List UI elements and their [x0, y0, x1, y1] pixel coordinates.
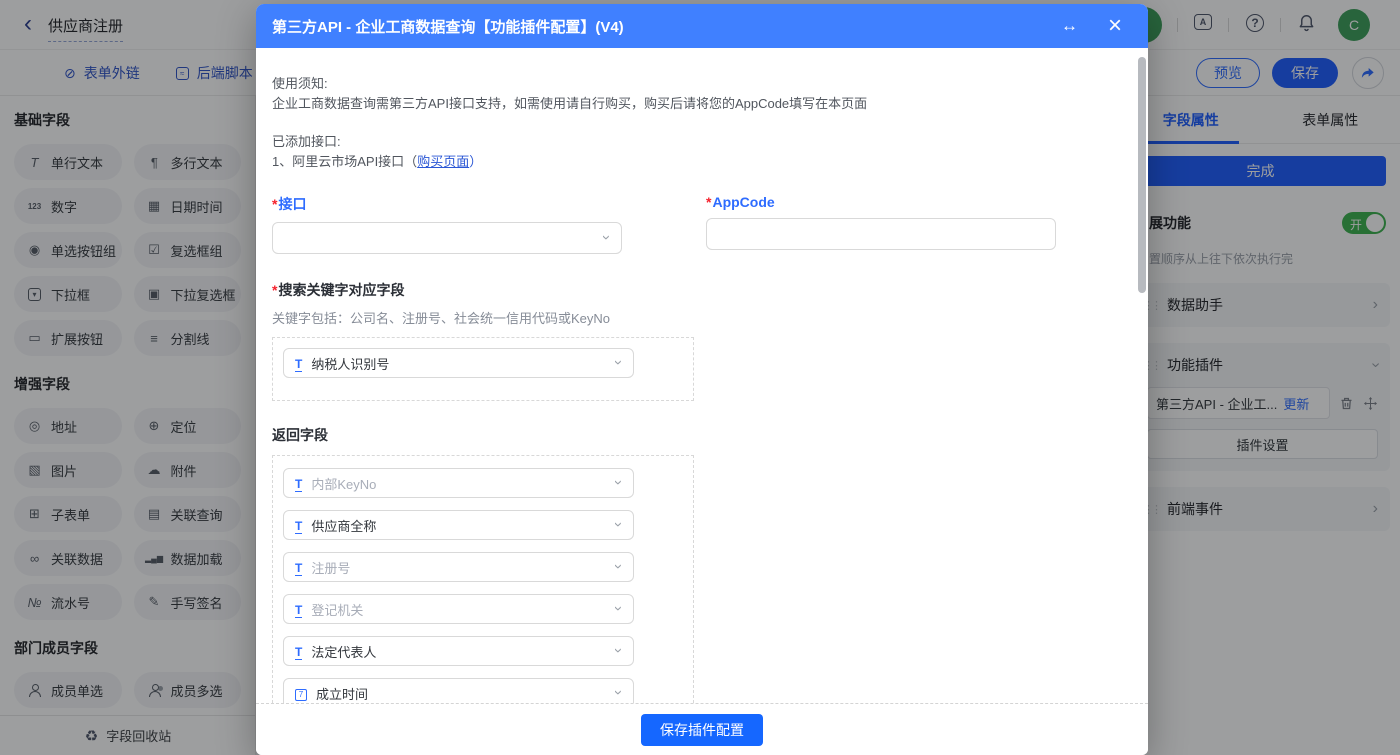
appcode-input[interactable] [706, 218, 1056, 250]
return-field-select[interactable]: T 供应商全称 › [283, 510, 634, 540]
field-icon: T [295, 560, 302, 575]
return-field-select[interactable]: T 法定代表人 › [283, 636, 634, 666]
return-field-select[interactable]: T 内部KeyNo › [283, 468, 634, 498]
keyword-field-select[interactable]: T 纳税人识别号 › [283, 348, 634, 378]
select-value: 登记机关 [311, 600, 363, 619]
keyword-label: *搜索关键字对应字段 [272, 280, 1132, 300]
field-icon: T [295, 644, 302, 659]
select-value: 注册号 [311, 558, 350, 577]
field-icon: T [295, 602, 302, 617]
required-mark: * [272, 282, 277, 298]
chevron-down-icon: › [611, 606, 626, 611]
added-api-text: ） [469, 154, 482, 169]
api-select[interactable]: › [272, 222, 622, 254]
api-form-row: *接口 › *AppCode [272, 194, 1132, 254]
app-window: ‹ 供应商注册 A ? C ⊘ 表单外链 ≈ 后端脚本 ıl 预览 保存 [0, 0, 1400, 755]
chevron-down-icon: › [599, 235, 614, 240]
field-icon: T [295, 476, 302, 491]
expand-icon[interactable]: ↔ [1061, 16, 1078, 36]
chevron-down-icon: › [611, 648, 626, 653]
return-field-select[interactable]: 7 成立时间 › [283, 678, 634, 703]
select-value: 纳税人识别号 [311, 354, 389, 373]
save-plugin-config-button[interactable]: 保存插件配置 [641, 714, 763, 746]
added-api-title: 已添加接口: [272, 132, 1132, 152]
chevron-down-icon: › [611, 360, 626, 365]
appcode-field: *AppCode [706, 194, 1056, 254]
text-field-icon: T [295, 356, 302, 371]
purchase-page-link[interactable]: 购买页面 [417, 154, 469, 169]
select-value: 内部KeyNo [311, 474, 376, 493]
keyword-field-container: T 纳税人识别号 › [272, 337, 694, 401]
plugin-config-modal: 第三方API - 企业工商数据查询【功能插件配置】(V4) ↔ × 使用须知: … [256, 4, 1148, 755]
chevron-down-icon: › [611, 564, 626, 569]
return-field-select[interactable]: T 注册号 › [283, 552, 634, 582]
field-icon: 7 [295, 685, 307, 701]
keyword-help: 关键字包括：公司名、注册号、社会统一信用代码或KeyNo [272, 308, 1132, 327]
api-label: *接口 [272, 194, 622, 214]
chevron-down-icon: › [611, 522, 626, 527]
select-value: 供应商全称 [311, 516, 376, 535]
select-value: 法定代表人 [311, 642, 376, 661]
keyword-block: *搜索关键字对应字段 关键字包括：公司名、注册号、社会统一信用代码或KeyNo … [272, 280, 1132, 401]
added-api-text: 1、阿里云市场API接口（ [272, 154, 417, 169]
modal-header: 第三方API - 企业工商数据查询【功能插件配置】(V4) ↔ × [256, 4, 1148, 48]
chevron-down-icon: › [611, 690, 626, 695]
modal-footer: 保存插件配置 [256, 703, 1148, 755]
modal-body: 使用须知: 企业工商数据查询需第三方API接口支持，如需使用请自行购买，购买后请… [256, 48, 1148, 703]
return-fields-label: 返回字段 [272, 425, 1132, 445]
modal-scrollbar[interactable] [1138, 57, 1146, 293]
field-icon: T [295, 518, 302, 533]
close-icon[interactable]: × [1108, 16, 1122, 36]
appcode-label: *AppCode [706, 194, 1056, 210]
api-field: *接口 › [272, 194, 622, 254]
modal-title: 第三方API - 企业工商数据查询【功能插件配置】(V4) [272, 16, 1061, 37]
chevron-down-icon: › [611, 480, 626, 485]
select-value: 成立时间 [316, 684, 368, 703]
return-fields-container: T 内部KeyNo › T 供应商全称 › T 注册号 › T 登记机关 › T… [272, 455, 694, 703]
return-field-select[interactable]: T 登记机关 › [283, 594, 634, 624]
required-mark: * [272, 196, 277, 212]
required-mark: * [706, 194, 711, 210]
usage-notice-title: 使用须知: [272, 74, 1132, 94]
usage-notice-body: 企业工商数据查询需第三方API接口支持，如需使用请自行购买，购买后请将您的App… [272, 94, 1132, 114]
added-api-item: 1、阿里云市场API接口（购买页面） [272, 152, 1132, 172]
